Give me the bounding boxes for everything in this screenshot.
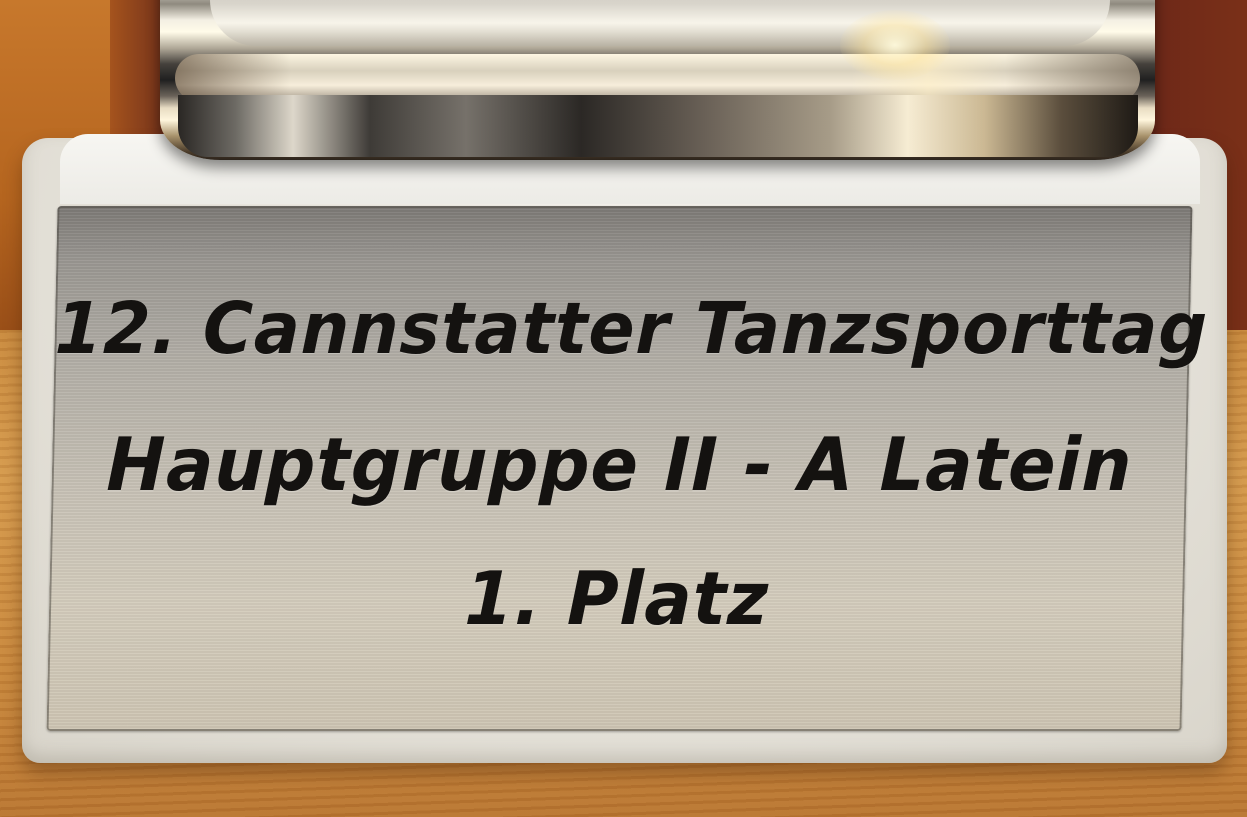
plaque-line-category: Hauptgruppe II - A Latein <box>105 421 1134 509</box>
trophy-cup-reflection <box>178 95 1138 157</box>
plaque-line-event: 12. Cannstatter Tanzsporttag <box>54 288 1209 371</box>
engraved-plaque: 12. Cannstatter Tanzsporttag Hauptgruppe… <box>46 206 1209 731</box>
trophy-cup-stem <box>210 0 1110 46</box>
plaque-line-placement: 1. Platz <box>463 555 770 643</box>
light-glare <box>840 10 950 80</box>
plaque-inscription: 12. Cannstatter Tanzsporttag Hauptgruppe… <box>47 206 1209 731</box>
